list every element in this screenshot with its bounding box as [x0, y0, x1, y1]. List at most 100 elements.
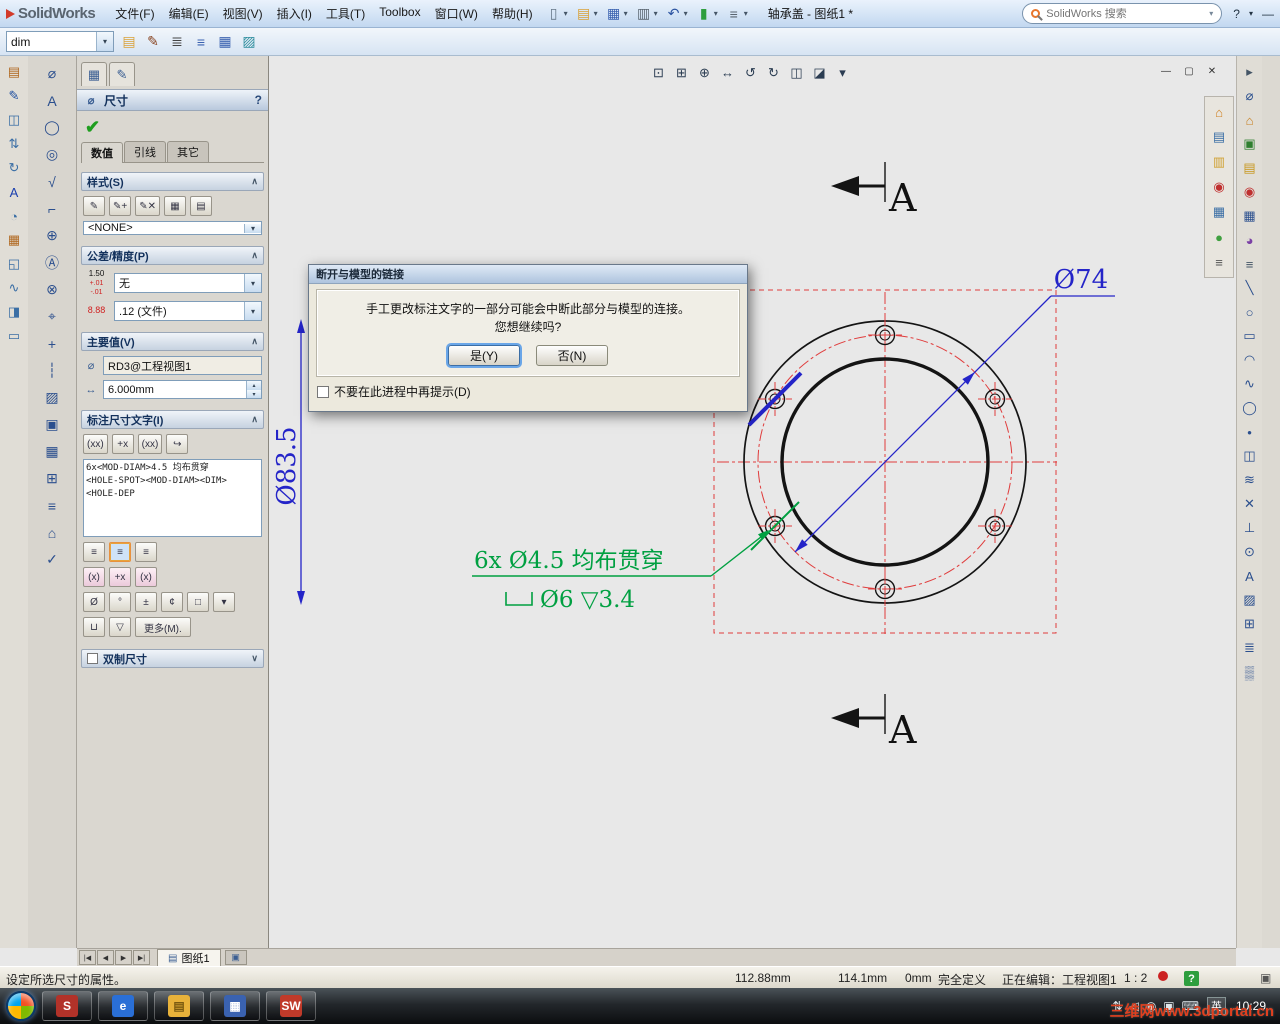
style-dropdown[interactable]: <NONE> ▾ — [83, 221, 262, 235]
file-explorer-icon[interactable]: ▤ — [1239, 157, 1261, 179]
spinner-up-icon[interactable]: ▴ — [247, 381, 261, 390]
taskbar-calculator-icon[interactable]: ▦ — [210, 991, 260, 1021]
taskbar-solidworks-dm-icon[interactable]: S — [42, 991, 92, 1021]
dont-prompt-checkbox[interactable] — [317, 385, 329, 398]
chevron-up-icon[interactable]: ∧ — [251, 414, 258, 425]
dropdown-caret-icon[interactable]: ▾ — [244, 223, 261, 233]
justify-bottom-button[interactable]: (x) — [135, 567, 157, 588]
print-icon[interactable]: ▥ — [634, 3, 654, 24]
bom-table-icon[interactable]: ≡ — [39, 493, 66, 518]
hole-callout[interactable]: 6x Ø4.5 均布贯穿 Ø6 ▽3.4 — [472, 501, 800, 613]
tab-other[interactable]: 其它 — [167, 141, 209, 162]
restore-text-button[interactable]: ↪ — [166, 434, 189, 455]
drawing-canvas[interactable]: Ø83.5 Ø74 6x Ø4.5 均布贯穿 Ø6 ▽3.4 A A — [269, 56, 1236, 948]
section-dual-dimension-header[interactable]: 双制尺寸 ∨ — [81, 649, 264, 669]
pan-icon[interactable]: ↔ — [717, 62, 738, 83]
view-settings-caret-icon[interactable]: ▾ — [832, 62, 853, 83]
style-folder-icon[interactable]: ▤ — [119, 31, 139, 52]
align-left-button[interactable]: ≡ — [83, 542, 105, 563]
dimension-style-combo[interactable]: dim ▾ — [6, 31, 114, 52]
point-tool-icon[interactable]: • — [1239, 421, 1261, 443]
dimension-bolt-circle[interactable]: Ø74 — [794, 265, 1115, 553]
menu-item[interactable]: Toolbox — [372, 2, 427, 25]
degree-symbol-button[interactable]: ° — [109, 592, 131, 613]
dual-dimension-checkbox[interactable] — [87, 653, 98, 665]
start-button[interactable] — [6, 991, 36, 1021]
circle-tool-icon[interactable]: ○ — [1239, 301, 1261, 323]
precision-dropdown[interactable]: .12 (文件) ▾ — [114, 301, 262, 322]
search-caret-icon[interactable]: ▾ — [1209, 9, 1213, 18]
apply-default-style-button[interactable]: ✎ — [83, 196, 105, 216]
datum-feature-icon[interactable]: Ⓐ — [39, 250, 66, 275]
task-pane-file-explorer-icon[interactable]: ▥ — [1208, 151, 1230, 173]
save-style-button[interactable]: ▦ — [163, 196, 186, 216]
bolt-hole[interactable] — [978, 509, 1012, 543]
previous-sheet-button[interactable]: ◀ — [97, 950, 114, 965]
section-view-icon[interactable]: ▦ — [3, 229, 25, 251]
section-mark-bottom[interactable]: A — [831, 694, 917, 752]
taskbar-internet-explorer-icon[interactable]: e — [98, 991, 148, 1021]
hole-callout-line1[interactable]: 6x Ø4.5 均布贯穿 — [474, 548, 664, 574]
ellipse-tool-icon[interactable]: ◯ — [1239, 397, 1261, 419]
dropdown-caret-icon[interactable]: ▾ — [244, 302, 261, 321]
menu-item[interactable]: 插入(I) — [270, 2, 319, 25]
appearances-icon[interactable]: ◕ — [1239, 229, 1261, 251]
datum-target-icon[interactable]: ⊗ — [39, 277, 66, 302]
add-style-button[interactable]: ✎+ — [109, 196, 132, 216]
rectangle-tool-icon[interactable]: ▭ — [1239, 325, 1261, 347]
auxiliary-view-icon[interactable]: ↻ — [3, 157, 25, 179]
dimension-value-spinner[interactable]: 6.000mm ▴ ▾ — [103, 380, 262, 400]
delete-style-button[interactable]: ✎✕ — [135, 196, 160, 216]
caret-down-icon[interactable]: ▾ — [564, 9, 568, 18]
menu-item[interactable]: 帮助(H) — [485, 2, 540, 25]
weld-symbol-icon[interactable]: ⌐ — [39, 196, 66, 221]
line-format-icon[interactable]: ≡ — [191, 31, 211, 52]
menu-item[interactable]: 文件(F) — [108, 2, 161, 25]
align-right-button[interactable]: ≡ — [135, 542, 157, 563]
doc-restore-button[interactable]: ▢ — [1181, 64, 1197, 79]
spline-tool-icon[interactable]: ∿ — [1239, 373, 1261, 395]
annotation-note-icon[interactable]: A — [3, 181, 25, 203]
dimension-outer-diameter[interactable]: Ø83.5 — [272, 319, 305, 605]
yes-button[interactable]: 是(Y) — [448, 345, 520, 366]
dimension-bolt-circle-text[interactable]: Ø74 — [1054, 265, 1108, 295]
perpendicular-icon[interactable]: ⊥ — [1239, 517, 1261, 539]
justify-top-button[interactable]: (x) — [83, 567, 105, 588]
layer-properties-icon[interactable]: ≣ — [167, 31, 187, 52]
general-table-icon[interactable]: ▦ — [39, 439, 66, 464]
zoom-in-out-icon[interactable]: ⊕ — [694, 62, 715, 83]
task-pane-search-icon[interactable]: ◉ — [1208, 176, 1230, 198]
caret-down-icon[interactable]: ▾ — [594, 9, 598, 18]
table-tool-icon[interactable]: ⊞ — [1239, 613, 1261, 635]
doc-close-button[interactable]: ✕ — [1204, 64, 1220, 79]
undo-icon[interactable]: ↶ — [664, 3, 684, 24]
edit-sheet-icon[interactable]: ✎ — [3, 85, 25, 107]
note-tool-icon[interactable]: A — [1239, 565, 1261, 587]
doc-minimize-button[interactable]: — — [1158, 64, 1174, 79]
add-sheet-button[interactable]: ▣ — [224, 950, 247, 965]
sheet-format-icon[interactable]: ▤ — [3, 61, 25, 83]
area-hatch-icon[interactable]: ▨ — [39, 385, 66, 410]
status-alert-icon[interactable] — [1158, 971, 1168, 981]
dialog-title-bar[interactable]: 断开与模型的链接 — [309, 265, 747, 284]
task-pane-custom-props-icon[interactable]: ≡ — [1208, 251, 1230, 273]
spinner-down-icon[interactable]: ▾ — [247, 389, 261, 399]
dimension-outer-diameter-text[interactable]: Ø83.5 — [272, 426, 302, 505]
zoom-fit-icon[interactable]: ⊡ — [648, 62, 669, 83]
table-format-icon[interactable]: ▦ — [215, 31, 235, 52]
dimension-name-field[interactable]: RD3@工程视图1 — [103, 356, 262, 376]
search-input[interactable] — [1046, 7, 1204, 20]
caret-down-icon[interactable]: ▾ — [654, 9, 658, 18]
section-mark-top[interactable]: A — [831, 162, 917, 220]
note-icon[interactable]: A — [39, 88, 66, 113]
caret-down-icon[interactable]: ▾ — [714, 9, 718, 18]
layer-tool-icon[interactable]: ≣ — [1239, 637, 1261, 659]
section-display-icon[interactable]: ◫ — [786, 62, 807, 83]
options-icon[interactable]: ≡ — [724, 3, 744, 24]
custom-properties-icon[interactable]: ≡ — [1239, 253, 1261, 275]
block-icon[interactable]: ▣ — [39, 412, 66, 437]
menu-item[interactable]: 窗口(W) — [428, 2, 485, 25]
display-pane-tab-icon[interactable]: ✎ — [109, 62, 135, 86]
task-pane-view-palette-icon[interactable]: ▦ — [1208, 201, 1230, 223]
spell-check-icon[interactable]: ✓ — [39, 547, 66, 572]
